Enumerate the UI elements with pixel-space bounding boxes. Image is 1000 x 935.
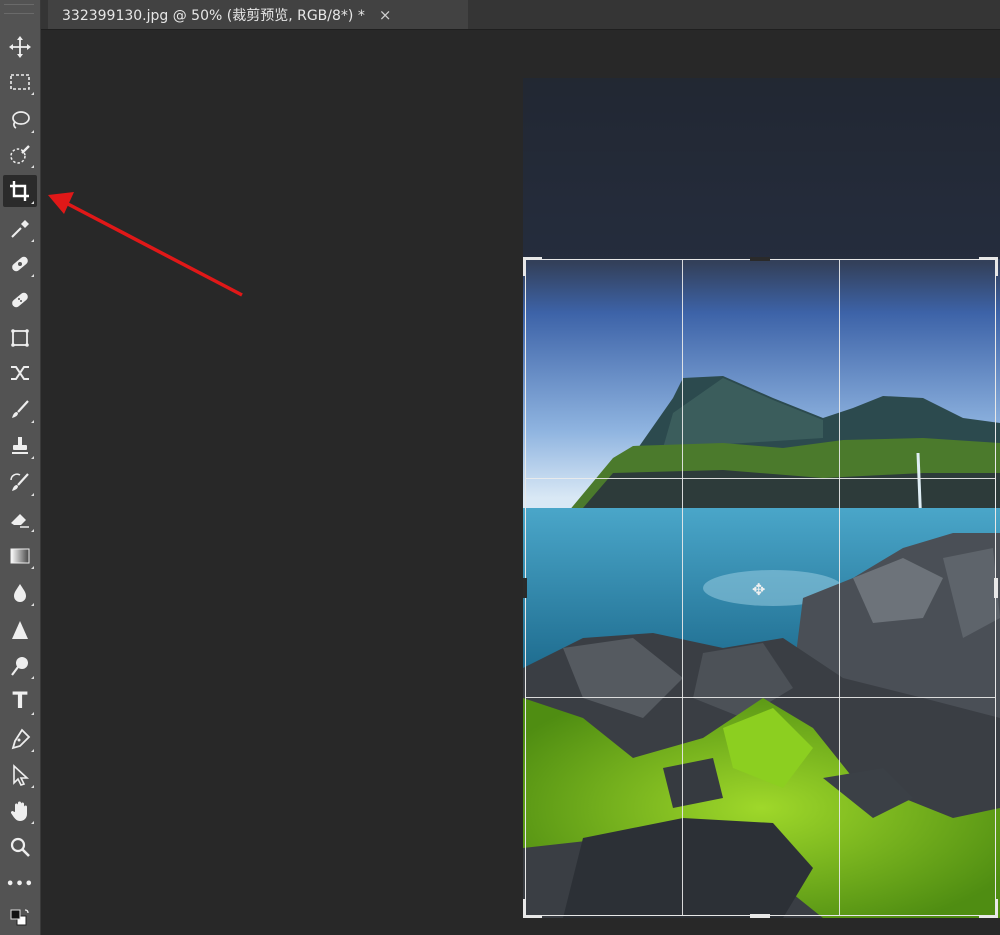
sharpen-icon	[12, 621, 28, 639]
move-icon	[9, 36, 31, 58]
crop-shield-overlay	[523, 78, 1000, 259]
eraser-icon	[11, 514, 29, 528]
crop-handle-top-left[interactable]	[523, 257, 542, 276]
stamp-icon	[12, 437, 28, 454]
patch-icon	[11, 329, 29, 347]
crop-tool[interactable]	[3, 175, 37, 207]
panel-grip[interactable]	[4, 4, 34, 14]
clone-stamp-tool[interactable]	[3, 430, 37, 462]
arrow-select-icon	[13, 764, 30, 786]
document-tab-title: 332399130.jpg @ 50% (裁剪预览, RGB/8*) *	[62, 7, 365, 24]
crop-grid-line	[839, 260, 840, 915]
content-aware-move-tool[interactable]	[3, 357, 37, 389]
patch-tool[interactable]	[3, 322, 37, 354]
foreground-background-color-icon	[10, 909, 29, 926]
zoom-icon	[10, 837, 30, 857]
crop-handle-bottom-right[interactable]	[979, 899, 998, 918]
lasso-tool[interactable]	[3, 104, 37, 136]
more-tools[interactable]: •••	[3, 868, 37, 900]
blur-tool[interactable]	[3, 577, 37, 609]
eraser-tool[interactable]	[3, 503, 37, 535]
spot-healing-icon	[12, 256, 28, 272]
hand-icon	[10, 801, 27, 821]
sharpen-tool[interactable]	[3, 614, 37, 646]
type-icon: T	[12, 689, 28, 714]
color-swatches[interactable]	[3, 903, 37, 935]
document-tab[interactable]: 332399130.jpg @ 50% (裁剪预览, RGB/8*) * ×	[48, 0, 468, 29]
quick-selection-tool[interactable]	[3, 139, 37, 171]
pen-icon	[11, 728, 31, 750]
dodge-tool[interactable]	[3, 650, 37, 682]
spot-healing-tool[interactable]	[3, 248, 37, 280]
crop-grid-line	[682, 260, 683, 915]
tools-panel: T •••	[0, 0, 41, 935]
history-brush-icon	[10, 473, 29, 491]
gradient-icon	[10, 548, 30, 564]
ellipsis-icon: •••	[6, 876, 34, 892]
crop-grid-line	[526, 478, 995, 479]
crop-grid-line	[526, 697, 995, 698]
blur-drop-icon	[14, 584, 26, 602]
lasso-icon	[12, 111, 30, 129]
crop-center-icon: ✥	[752, 580, 766, 599]
brush-tool[interactable]	[3, 394, 37, 426]
gradient-tool[interactable]	[3, 540, 37, 572]
close-tab-icon[interactable]: ×	[379, 6, 392, 24]
rectangular-marquee-icon	[10, 74, 30, 90]
document-tab-bar: 332399130.jpg @ 50% (裁剪预览, RGB/8*) * ×	[41, 0, 1000, 30]
crop-icon	[10, 181, 29, 201]
pen-tool[interactable]	[3, 723, 37, 755]
move-tool[interactable]	[3, 31, 37, 63]
quick-selection-icon	[10, 145, 30, 164]
crop-handle-left[interactable]	[523, 578, 527, 598]
zoom-tool[interactable]	[3, 831, 37, 863]
healing-brush-tool[interactable]	[3, 284, 37, 316]
type-tool[interactable]: T	[3, 686, 37, 718]
crop-handle-bottom[interactable]	[750, 914, 770, 918]
crop-handle-top-right[interactable]	[979, 257, 998, 276]
marquee-tool[interactable]	[3, 66, 37, 98]
eyedropper-tool[interactable]	[3, 213, 37, 245]
path-selection-tool[interactable]	[3, 759, 37, 791]
brush-icon	[12, 400, 29, 418]
history-brush-tool[interactable]	[3, 467, 37, 499]
crop-handle-right[interactable]	[994, 578, 998, 598]
content-aware-move-icon	[11, 366, 29, 380]
hand-tool[interactable]	[3, 795, 37, 827]
crop-handle-bottom-left[interactable]	[523, 899, 542, 918]
crop-handle-top[interactable]	[750, 257, 770, 261]
dodge-icon	[11, 657, 28, 676]
eyedropper-icon	[11, 220, 29, 238]
bandage-icon	[12, 292, 28, 308]
crop-box[interactable]: ✥	[523, 257, 998, 918]
